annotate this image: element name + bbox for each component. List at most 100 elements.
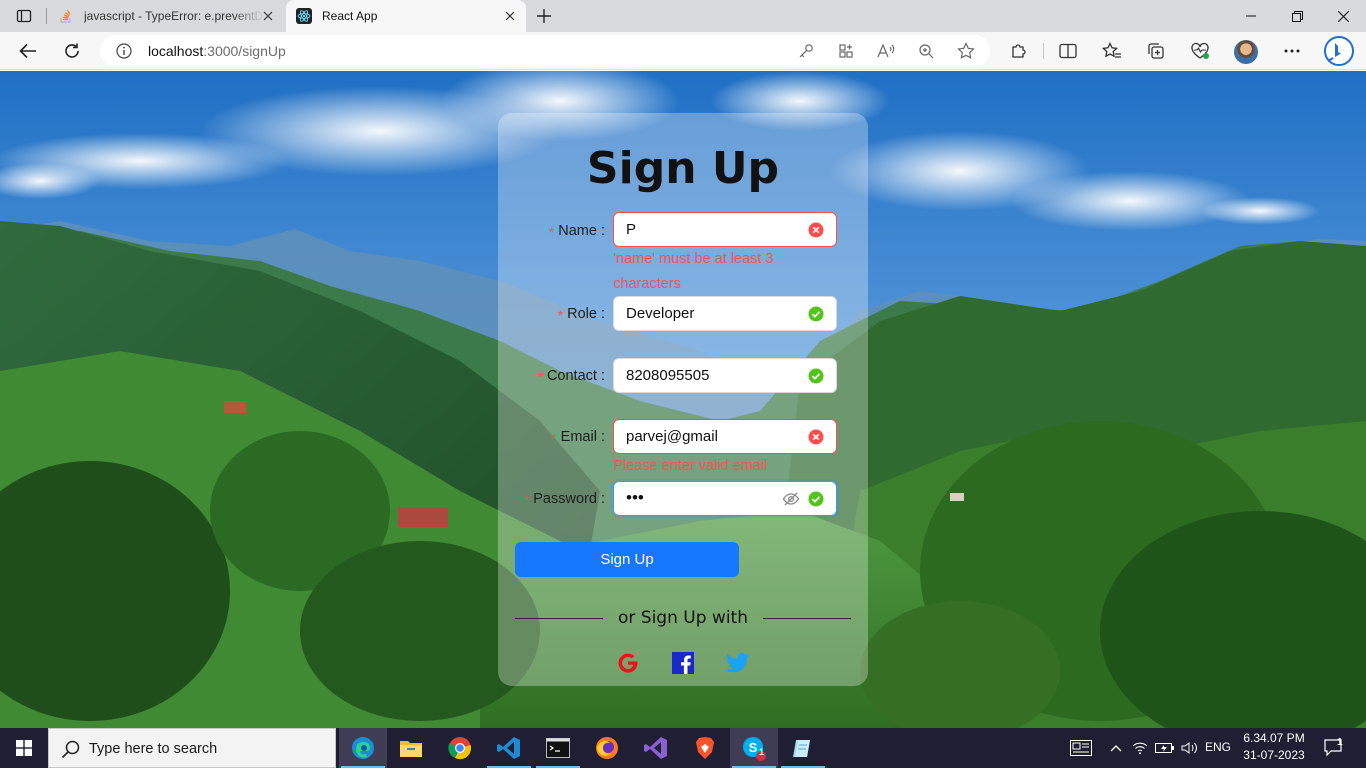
contact-input[interactable]: 8208095505 bbox=[613, 358, 837, 393]
tab-actions-icon bbox=[16, 9, 32, 23]
refresh-button[interactable] bbox=[58, 37, 86, 65]
notepad-icon bbox=[793, 740, 810, 757]
role-label-text: Role bbox=[567, 306, 597, 322]
restore-button[interactable] bbox=[1274, 0, 1320, 32]
profile-avatar[interactable] bbox=[1234, 40, 1258, 64]
taskbar-app-vscode[interactable] bbox=[485, 728, 533, 768]
vscode-icon bbox=[497, 737, 520, 759]
input-language[interactable]: ENG bbox=[1205, 740, 1231, 754]
facebook-signup-button[interactable] bbox=[670, 650, 696, 676]
name-label-text: Name bbox=[558, 223, 597, 239]
show-hidden-icons-button[interactable] bbox=[1106, 728, 1126, 768]
page-title: Sign Up bbox=[586, 143, 780, 194]
name-label: * Name : bbox=[548, 223, 605, 240]
visual-studio-icon bbox=[644, 737, 667, 759]
back-button[interactable] bbox=[14, 37, 42, 65]
error-icon bbox=[808, 222, 824, 238]
taskbar-app-notepad[interactable] bbox=[779, 728, 827, 768]
start-button[interactable] bbox=[0, 728, 48, 768]
taskbar-app-visual-studio[interactable] bbox=[632, 728, 680, 768]
browser-essentials-button[interactable] bbox=[1186, 37, 1214, 65]
settings-more-button[interactable] bbox=[1278, 37, 1306, 65]
google-signup-button[interactable] bbox=[615, 650, 641, 676]
tab-stackoverflow[interactable]: javascript - TypeError: e.preventDefault… bbox=[48, 0, 284, 32]
email-label-text: Email bbox=[560, 429, 597, 445]
role-input[interactable]: Developer bbox=[613, 296, 837, 331]
site-info-icon[interactable] bbox=[116, 43, 132, 59]
twitter-icon bbox=[726, 652, 750, 673]
task-view-button[interactable] bbox=[1064, 728, 1098, 768]
volume-control[interactable] bbox=[1179, 728, 1201, 768]
url-text[interactable]: localhost:3000/signUp bbox=[148, 43, 286, 59]
taskbar-app-file-explorer[interactable] bbox=[387, 728, 435, 768]
url-path: :3000/signUp bbox=[203, 43, 286, 59]
toolbar-divider bbox=[1043, 43, 1044, 59]
battery-status[interactable] bbox=[1154, 728, 1176, 768]
tab-title: javascript - TypeError: e.preventDefault… bbox=[84, 9, 264, 23]
minimize-button[interactable] bbox=[1228, 0, 1274, 32]
required-marker: * bbox=[551, 430, 557, 446]
email-label: * Email : bbox=[551, 429, 605, 446]
required-marker: * bbox=[548, 224, 555, 240]
svg-text:S: S bbox=[749, 740, 758, 755]
address-bar[interactable]: localhost:3000/signUp bbox=[100, 35, 990, 67]
email-input[interactable]: parvej@gmail bbox=[613, 419, 837, 454]
signup-button[interactable]: Sign Up bbox=[515, 542, 739, 577]
plus-icon bbox=[537, 9, 551, 23]
taskbar-app-firefox[interactable] bbox=[583, 728, 631, 768]
close-tab-icon[interactable] bbox=[260, 8, 276, 24]
name-input[interactable]: P bbox=[613, 212, 837, 247]
taskbar-app-brave[interactable] bbox=[681, 728, 729, 768]
password-label-text: Password bbox=[533, 491, 597, 507]
tab-react-app[interactable]: React App bbox=[286, 0, 526, 32]
windows-logo-icon bbox=[16, 740, 32, 756]
required-marker: * bbox=[557, 307, 564, 323]
close-window-button[interactable] bbox=[1320, 0, 1366, 32]
taskbar-search-box[interactable]: Type here to search bbox=[48, 728, 336, 768]
taskbar-app-edge[interactable] bbox=[339, 728, 387, 768]
speaker-icon bbox=[1181, 742, 1197, 754]
zoom-icon[interactable] bbox=[916, 41, 936, 61]
notification-count: 1 bbox=[1337, 737, 1343, 748]
close-icon bbox=[1337, 10, 1349, 22]
taskbar-app-terminal[interactable] bbox=[534, 728, 582, 768]
collections-button[interactable] bbox=[1142, 37, 1170, 65]
taskbar-app-skype[interactable]: S 1 bbox=[730, 728, 778, 768]
new-tab-button[interactable] bbox=[532, 4, 556, 28]
success-check-icon bbox=[808, 306, 824, 322]
notification-center-button[interactable]: 1 bbox=[1320, 728, 1348, 768]
split-screen-button[interactable] bbox=[1054, 37, 1082, 65]
role-label: * Role : bbox=[557, 306, 605, 323]
apps-icon[interactable] bbox=[836, 41, 856, 61]
more-dots-icon bbox=[1284, 49, 1300, 53]
favorites-button[interactable] bbox=[1098, 37, 1126, 65]
minimize-icon bbox=[1246, 15, 1256, 17]
stackoverflow-icon bbox=[58, 8, 74, 24]
browser-toolbar: localhost:3000/signUp bbox=[0, 32, 1366, 70]
success-check-icon bbox=[808, 491, 824, 507]
network-status[interactable] bbox=[1130, 728, 1150, 768]
read-aloud-icon[interactable] bbox=[876, 41, 896, 61]
name-input-value: P bbox=[626, 221, 637, 238]
heart-pulse-icon bbox=[1191, 42, 1209, 59]
error-icon bbox=[808, 429, 824, 445]
back-arrow-icon bbox=[19, 43, 36, 59]
tab-separator bbox=[46, 8, 47, 24]
password-input[interactable]: ••• bbox=[613, 481, 837, 516]
twitter-signup-button[interactable] bbox=[725, 650, 751, 676]
close-tab-icon[interactable] bbox=[502, 8, 518, 24]
eye-invisible-icon[interactable] bbox=[782, 490, 800, 508]
google-icon bbox=[618, 653, 638, 673]
bing-copilot-button[interactable] bbox=[1322, 34, 1356, 68]
required-marker: * bbox=[537, 369, 543, 385]
favorite-star-icon[interactable] bbox=[956, 41, 976, 61]
facebook-icon bbox=[672, 652, 694, 674]
tab-actions-button[interactable] bbox=[8, 4, 40, 28]
clock-date: 31-07-2023 bbox=[1243, 748, 1305, 762]
key-icon[interactable] bbox=[796, 41, 816, 61]
extensions-button[interactable] bbox=[1005, 37, 1033, 65]
system-clock[interactable]: 6.34.07 PM 31-07-2023 bbox=[1238, 730, 1310, 766]
bing-icon bbox=[1324, 36, 1354, 66]
chevron-up-icon bbox=[1110, 745, 1122, 752]
taskbar-app-chrome[interactable] bbox=[436, 728, 484, 768]
